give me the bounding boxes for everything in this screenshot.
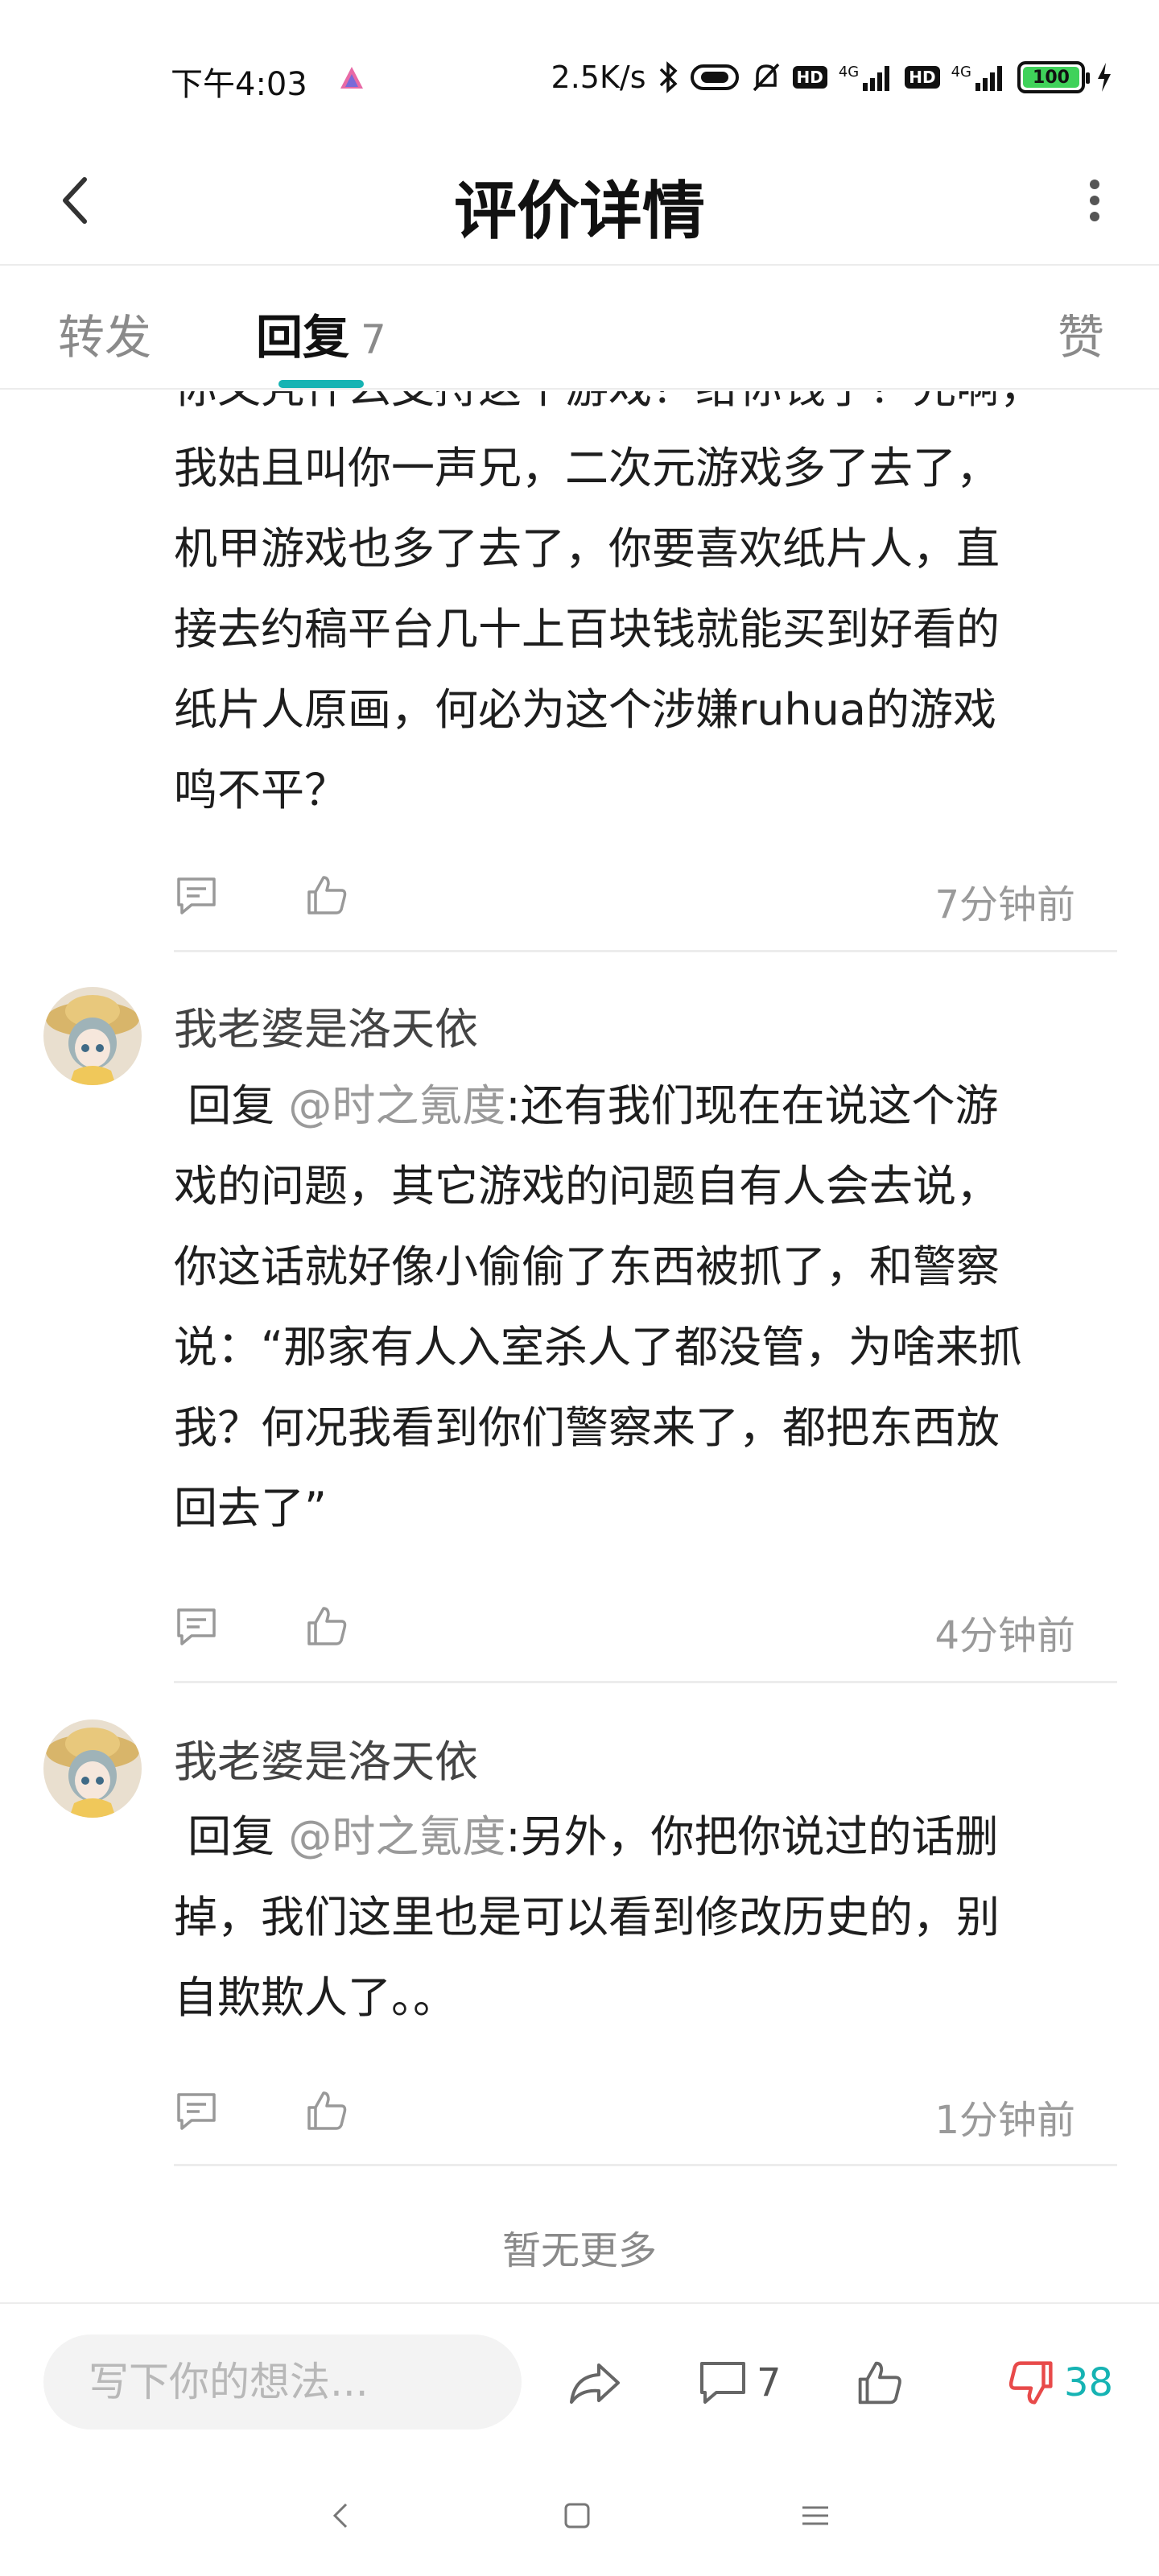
signal-bars-icon xyxy=(975,66,1002,91)
vibrate-icon xyxy=(690,64,739,90)
comment-icon[interactable] xyxy=(174,1604,219,1649)
signal-2-label: 4G xyxy=(951,64,971,80)
like-icon xyxy=(858,2361,901,2405)
reply-line: 回复 @时之氪度:还有我们现在在说这个游 xyxy=(174,1066,1116,1146)
reply-author[interactable]: 我老婆是洛天依 xyxy=(174,993,478,1057)
reply-actions: 7分钟前 xyxy=(174,873,1075,929)
tab-likes[interactable]: 赞 xyxy=(1058,299,1104,367)
comment-icon[interactable] xyxy=(174,873,219,918)
battery-icon: 100 xyxy=(1017,61,1090,93)
dislike-icon xyxy=(1008,2361,1053,2405)
reply-time: 7分钟前 xyxy=(934,882,1075,927)
status-indicators: 2.5K/s HD 4G HD 4G 100 xyxy=(551,58,1112,97)
reply-time: 1分钟前 xyxy=(934,2098,1075,2143)
app-notification-icon xyxy=(340,67,363,89)
tab-forward[interactable]: 转发 xyxy=(58,299,151,367)
reply-body: 回复 @时之氪度:另外，你把你说过的话删 掉，我们这里也是可以看到修改历史的，别… xyxy=(174,1797,1116,2038)
hd-badge-1: HD xyxy=(792,66,827,89)
reply-line: 我？何况我看到你们警察来了，都把东西放 xyxy=(174,1402,1000,1453)
dislike-count: 38 xyxy=(1064,2360,1114,2405)
reply-line: 你这话就好像小偷偷了东西被抓了，和警察 xyxy=(174,1241,1000,1292)
nav-menu-icon xyxy=(802,2506,828,2525)
comment-icon[interactable] xyxy=(174,2088,219,2133)
avatar[interactable] xyxy=(43,1719,142,1818)
reply-first-line: :另外，你把你说过的话删 xyxy=(505,1811,999,1862)
reply-line: 回去了” xyxy=(174,1483,327,1534)
reply-author[interactable]: 我老婆是洛天依 xyxy=(174,1726,478,1790)
reply-actions: 1分钟前 xyxy=(174,2088,1075,2145)
bottom-action-bar: 7 38 xyxy=(0,2302,1159,2454)
net-speed: 2.5K/s xyxy=(551,60,646,95)
reply-list[interactable]: 你又凭什么支持这个游戏？给你钱了？兄啊， 我姑且叫你一声兄，二次元游戏多了去了，… xyxy=(0,391,1159,2299)
reply-time: 4分钟前 xyxy=(934,1613,1075,1658)
reply-line: 你又凭什么支持这个游戏？给你钱了？兄啊， xyxy=(174,391,1116,428)
battery-level: 100 xyxy=(1023,67,1079,88)
hd-badge-2: HD xyxy=(905,66,940,89)
like-button[interactable] xyxy=(855,2343,905,2423)
reply-line: 我姑且叫你一声兄，二次元游戏多了去了， xyxy=(174,443,1000,493)
mention-link[interactable]: @时之氪度 xyxy=(288,1080,505,1131)
reply-body: 回复 @时之氪度:还有我们现在在说这个游 戏的问题，其它游戏的问题自有人会去说，… xyxy=(174,1066,1116,1549)
status-time: 下午4:03 xyxy=(171,66,307,103)
share-icon xyxy=(570,2363,620,2404)
bluetooth-icon xyxy=(659,61,678,93)
signal-1: 4G xyxy=(839,64,893,91)
reply-actions: 4分钟前 xyxy=(174,1604,1075,1660)
like-icon[interactable] xyxy=(304,873,349,918)
avatar-image xyxy=(43,987,142,1085)
more-icon xyxy=(1090,180,1099,221)
comment-count: 7 xyxy=(757,2360,782,2405)
charging-icon xyxy=(1098,63,1111,92)
reply-prefix: 回复 xyxy=(188,1080,275,1131)
tab-reply[interactable]: 回复 7 xyxy=(256,299,386,367)
nav-back-icon xyxy=(332,2503,348,2529)
mention-link[interactable]: @时之氪度 xyxy=(288,1811,505,1862)
nav-home-button[interactable] xyxy=(549,2487,605,2544)
comment-input[interactable] xyxy=(43,2334,522,2429)
page-title: 评价详情 xyxy=(453,175,705,248)
avatar-image xyxy=(43,1719,142,1818)
system-nav-bar xyxy=(0,2455,1159,2576)
tab-reply-count: 7 xyxy=(361,316,386,363)
mute-icon xyxy=(753,63,779,92)
nav-back-button[interactable] xyxy=(312,2487,369,2544)
signal-bars-icon xyxy=(863,66,890,91)
reply-line: 纸片人原画，何必为这个涉嫌ruhua的游戏 xyxy=(174,684,996,735)
reply-line: 说：“那家有人入室杀人了都没管，为啥来抓 xyxy=(174,1322,1022,1373)
reply-line: 机甲游戏也多了去了，你要喜欢纸片人，直 xyxy=(174,523,1000,574)
share-button[interactable] xyxy=(567,2343,623,2423)
signal-2: 4G xyxy=(951,64,1006,91)
reply-body: 你又凭什么支持这个游戏？给你钱了？兄啊， 我姑且叫你一声兄，二次元游戏多了去了，… xyxy=(174,391,1116,831)
nav-home-icon xyxy=(564,2503,590,2529)
comment-count-button[interactable]: 7 xyxy=(697,2343,782,2423)
tab-reply-label: 回复 xyxy=(256,310,350,365)
no-more-label: 暂无更多 xyxy=(501,2228,657,2273)
reply-prefix: 回复 xyxy=(188,1811,275,1862)
signal-1-label: 4G xyxy=(838,64,860,80)
dislike-button[interactable]: 38 xyxy=(1006,2343,1113,2423)
like-icon[interactable] xyxy=(304,1604,349,1649)
divider xyxy=(174,2164,1117,2166)
like-icon[interactable] xyxy=(304,2088,349,2133)
reply-line: 接去约稿平台几十上百块钱就能买到好看的 xyxy=(174,604,1000,654)
reply-line: 自欺欺人了。。 xyxy=(174,1972,456,2023)
divider xyxy=(174,1681,1117,1683)
active-tab-indicator xyxy=(278,380,364,388)
reply-line: 回复 @时之氪度:另外，你把你说过的话删 xyxy=(174,1797,1116,1877)
more-options-button[interactable] xyxy=(1062,164,1127,237)
reply-line: 戏的问题，其它游戏的问题自有人会去说， xyxy=(174,1161,1000,1212)
avatar[interactable] xyxy=(43,987,142,1085)
reply-first-line: :还有我们现在在说这个游 xyxy=(505,1080,999,1131)
divider xyxy=(174,950,1117,952)
nav-recents-button[interactable] xyxy=(787,2487,843,2544)
reply-line: 鸣不平？ xyxy=(174,765,348,815)
tab-bar: 转发 回复 7 赞 xyxy=(0,267,1159,390)
app-header: 评价详情 xyxy=(0,137,1159,266)
comment-icon xyxy=(700,2362,745,2404)
status-bar: 下午4:03 2.5K/s HD 4G HD 4G 100 xyxy=(0,0,1159,153)
reply-line: 掉，我们这里也是可以看到修改历史的，别 xyxy=(174,1892,1000,1942)
